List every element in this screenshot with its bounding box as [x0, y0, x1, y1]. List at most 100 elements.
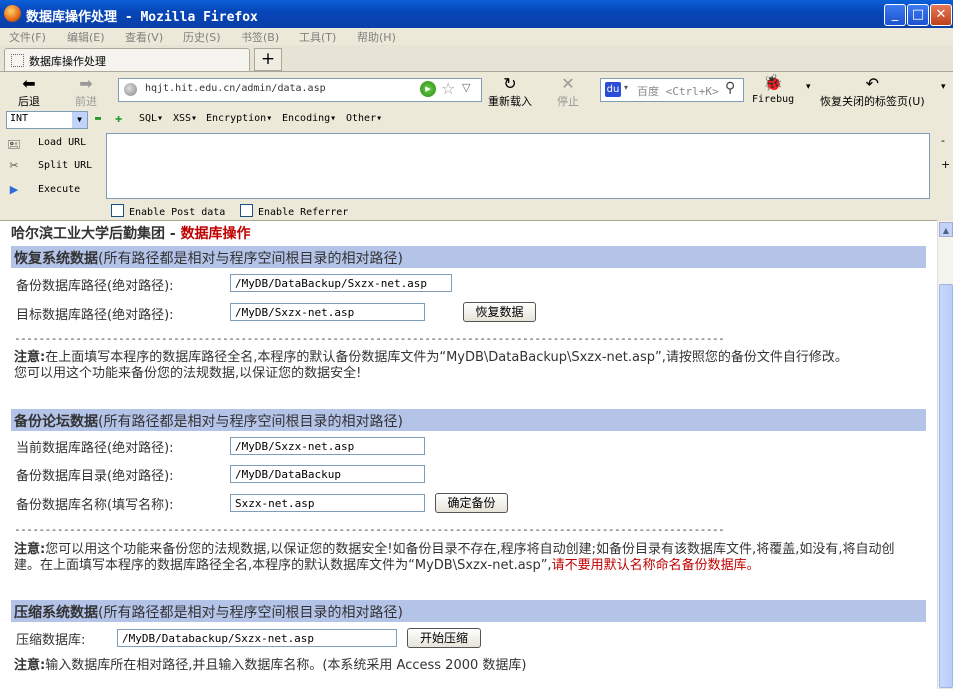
minimize-button[interactable]: _	[884, 4, 906, 26]
select-arrow-icon: ▼	[72, 112, 87, 128]
section-heading: 恢复系统数据	[14, 251, 98, 267]
section-title: 压缩系统数据(所有路径都是相对与程序空间根目录的相对路径)	[14, 602, 403, 622]
hackbar-increase-icon[interactable]: ✚	[115, 111, 122, 125]
new-tab-button[interactable]: +	[254, 48, 282, 71]
stop-label: 停止	[557, 95, 579, 108]
enable-referrer-label: Enable Referrer	[258, 207, 349, 218]
stop-button[interactable]: ✕ 停止	[557, 75, 579, 109]
menu-bookmarks[interactable]: 书签(B)	[241, 29, 279, 45]
page-header: 哈尔滨工业大学后勤集团 - 数据库操作	[11, 223, 251, 243]
current-path-label: 当前数据库路径(绝对路径):	[16, 441, 174, 456]
tab-data-page[interactable]: 数据库操作处理	[4, 48, 250, 71]
load-url-button[interactable]: 🖭 Load URL	[0, 134, 105, 154]
hackbar-menu-other[interactable]: Other▾	[346, 113, 382, 124]
back-button[interactable]: ⬅ 后退	[18, 75, 40, 109]
confirm-backup-button[interactable]: 确定备份	[435, 493, 508, 513]
compress-db-label: 压缩数据库:	[16, 633, 86, 648]
hackbar-menu-xss[interactable]: XSS▾	[173, 113, 197, 124]
search-box[interactable]: du ▾ 百度 <Ctrl+K> ⚲	[600, 78, 744, 102]
org-name: 哈尔滨工业大学后勤集团	[11, 226, 165, 242]
enable-referrer-checkbox[interactable]: Enable Referrer	[240, 204, 348, 218]
vertical-scrollbar[interactable]: ▲	[937, 221, 953, 688]
window-titlebar: 数据库操作处理 - Mozilla Firefox _ □ ✕	[0, 0, 953, 28]
scrollbar-thumb[interactable]	[939, 284, 953, 688]
page-content: 哈尔滨工业大学后勤集团 - 数据库操作 恢复系统数据(所有路径都是相对与程序空间…	[0, 220, 937, 689]
firebug-label: Firebug	[752, 94, 795, 105]
tab-bar: 数据库操作处理 +	[0, 45, 953, 72]
menu-file[interactable]: 文件(F)	[9, 29, 46, 45]
hackbar-type-select[interactable]: INT ▼	[6, 111, 88, 129]
enable-post-label: Enable Post data	[129, 207, 226, 218]
section-hint: (所有路径都是相对与程序空间根目录的相对路径)	[98, 605, 403, 621]
search-magnifier-icon[interactable]: ⚲	[725, 80, 735, 96]
hackbar-menu-sql[interactable]: SQL▾	[139, 113, 163, 124]
hackbar-expand-button[interactable]: +	[941, 158, 950, 171]
menu-help[interactable]: 帮助(H)	[357, 29, 396, 45]
scroll-up-arrow-icon[interactable]: ▲	[939, 222, 953, 237]
forward-button[interactable]: ➡ 前进	[75, 75, 97, 109]
target-path-input[interactable]: /MyDB/Sxzx-net.asp	[230, 303, 425, 321]
hackbar-shrink-button[interactable]: -	[941, 134, 945, 147]
close-button[interactable]: ✕	[930, 4, 952, 26]
compress-db-input[interactable]: /MyDB/Databackup/Sxzx-net.asp	[117, 629, 397, 647]
undo-close-tab-icon: ↶	[865, 74, 880, 93]
section-hint: (所有路径都是相对与程序空间根目录的相对路径)	[98, 251, 403, 267]
section-hint: (所有路径都是相对与程序空间根目录的相对路径)	[98, 414, 403, 430]
engine-dropdown-icon[interactable]: ▾	[624, 83, 628, 92]
note-label: 注意:	[14, 350, 46, 365]
current-path-input[interactable]: /MyDB/Sxzx-net.asp	[230, 437, 425, 455]
hackbar-menu-encryption[interactable]: Encryption▾	[206, 113, 272, 124]
forward-arrow-icon: ➡	[79, 74, 93, 93]
reload-button[interactable]: ↻ 重新载入	[488, 75, 532, 109]
firebug-dropdown-icon[interactable]: ▾	[806, 82, 811, 92]
window-title: 数据库操作处理 - Mozilla Firefox	[26, 10, 258, 25]
back-label: 后退	[18, 95, 40, 108]
note-line2: 您可以用这个功能来备份您的法规数据,以保证您的数据安全!	[14, 366, 362, 381]
backup-dir-input[interactable]: /MyDB/DataBackup	[230, 465, 425, 483]
execute-button[interactable]: ▶ Execute	[0, 181, 105, 201]
load-url-icon: 🖭	[7, 138, 21, 151]
menu-bar: 文件(F) 编辑(E) 查看(V) 历史(S) 书签(B) 工具(T) 帮助(H…	[0, 28, 953, 45]
scissors-icon: ✂	[9, 159, 19, 172]
enable-post-checkbox[interactable]: Enable Post data	[111, 204, 225, 218]
hackbar-menu-encoding[interactable]: Encoding▾	[282, 113, 336, 124]
firebug-button[interactable]: 🐞 Firebug	[752, 73, 795, 106]
hackbar-actions: 🖭 Load URL ✂ Split URL ▶ Execute	[0, 134, 105, 204]
restore-closed-tabs-button[interactable]: ↶ 恢复关闭的标签页(U)	[820, 75, 925, 109]
firefox-logo-icon	[4, 5, 21, 22]
split-url-button[interactable]: ✂ Split URL	[0, 157, 105, 177]
navigation-toolbar: ⬅ 后退 ➡ 前进 hqjt.hit.edu.cn/admin/data.asp…	[0, 72, 953, 110]
forward-label: 前进	[75, 95, 97, 108]
restore-data-button[interactable]: 恢复数据	[463, 302, 536, 322]
go-arrow-icon[interactable]: ▸	[420, 81, 436, 97]
hackbar-toolbar: INT ▼ ▬ ✚ SQL▾ XSS▾ Encryption▾ Encoding…	[0, 110, 953, 130]
bookmark-star-icon[interactable]: ☆	[441, 79, 455, 98]
maximize-button[interactable]: □	[907, 4, 929, 26]
backup-name-input[interactable]: Sxzx-net.asp	[230, 494, 425, 512]
backup-path-input[interactable]: /MyDB/DataBackup/Sxzx-net.asp	[230, 274, 452, 292]
note-label: 注意:	[14, 542, 46, 557]
note-text: 输入数据库所在相对路径,并且输入数据库名称。(本系统采用 Access 2000…	[45, 658, 527, 673]
restore-tabs-dropdown-icon[interactable]: ▾	[941, 82, 946, 92]
url-history-dropdown-icon[interactable]: ▽	[462, 81, 470, 94]
play-icon: ▶	[9, 183, 19, 196]
back-arrow-icon: ⬅	[22, 74, 36, 93]
url-bar[interactable]: hqjt.hit.edu.cn/admin/data.asp ▸ ☆ ▽	[118, 78, 482, 102]
checkbox-box	[111, 204, 124, 217]
note-text: 您可以用这个功能来备份您的法规数据,以保证您的数据安全!如备份目录不存在,程序将…	[14, 542, 895, 573]
section-heading: 备份论坛数据	[14, 414, 98, 430]
baidu-engine-icon[interactable]: du	[605, 82, 621, 97]
start-compress-button[interactable]: 开始压缩	[407, 628, 481, 648]
load-url-label: Load URL	[38, 137, 87, 148]
url-text: hqjt.hit.edu.cn/admin/data.asp	[145, 83, 326, 94]
menu-tools[interactable]: 工具(T)	[299, 29, 336, 45]
menu-view[interactable]: 查看(V)	[125, 29, 163, 45]
split-url-label: Split URL	[38, 160, 93, 171]
menu-edit[interactable]: 编辑(E)	[67, 29, 105, 45]
hackbar-url-textarea[interactable]	[106, 133, 930, 199]
menu-history[interactable]: 历史(S)	[183, 29, 221, 45]
firebug-bug-icon: 🐞	[763, 73, 784, 92]
hackbar-type-value: INT	[10, 113, 29, 124]
hackbar-decrease-icon[interactable]: ▬	[95, 113, 101, 124]
backup-dir-label: 备份数据库目录(绝对路径):	[16, 469, 174, 484]
